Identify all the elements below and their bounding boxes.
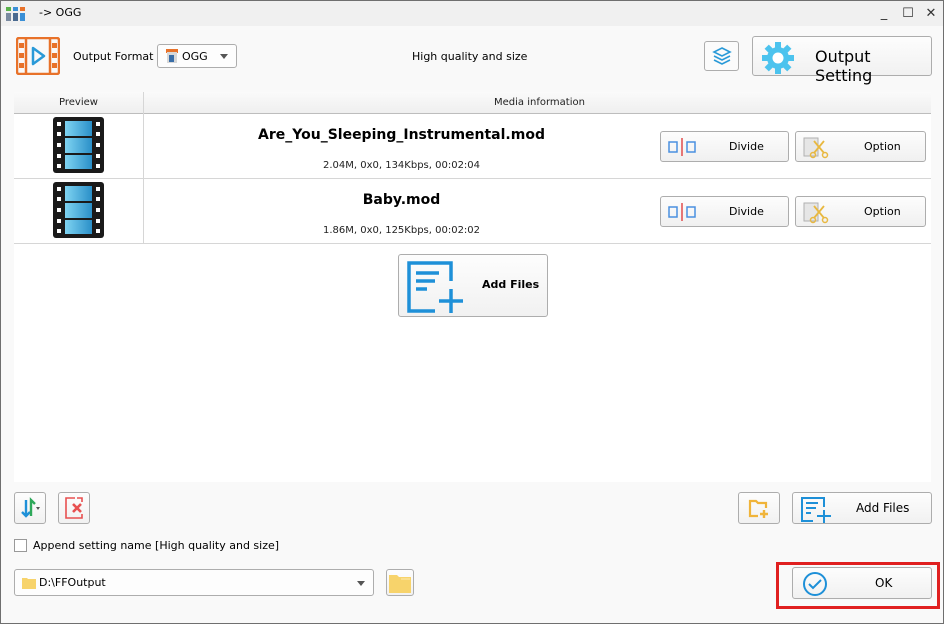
sort-button[interactable] — [14, 492, 46, 524]
remove-file-button[interactable] — [58, 492, 90, 524]
table-row[interactable]: Baby.mod 1.86M, 0x0, 125Kbps, 00:02:02 D… — [14, 179, 931, 244]
option-button[interactable]: Option — [795, 131, 926, 162]
header-media-information: Media information — [494, 97, 585, 108]
file-info: 2.04M, 0x0, 134Kbps, 00:02:04 — [322, 160, 481, 171]
add-files-button[interactable]: Add Files — [792, 492, 932, 524]
browse-folder-button[interactable] — [386, 569, 414, 596]
clip-scissors-icon — [803, 202, 829, 224]
maximize-button[interactable]: ☐ — [897, 4, 919, 22]
add-files-center-button[interactable]: Add Files — [398, 254, 548, 317]
add-files-label: Add Files — [856, 501, 910, 515]
append-setting-checkbox[interactable] — [14, 539, 27, 552]
add-files-center-label: Add Files — [482, 278, 540, 291]
layers-icon — [711, 47, 732, 65]
option-label: Option — [864, 205, 901, 218]
film-thumbnail-icon — [53, 117, 104, 173]
add-folder-button[interactable] — [738, 492, 780, 524]
file-name: Baby.mod — [362, 192, 441, 208]
folder-icon — [389, 574, 411, 593]
file-list-table: Preview Media information Are_You_Sleepi… — [14, 92, 931, 482]
ok-label: OK — [875, 576, 893, 590]
table-row[interactable]: Are_You_Sleeping_Instrumental.mod 2.04M,… — [14, 114, 931, 179]
output-path-value: D:\FFOutput — [39, 576, 106, 589]
divide-label: Divide — [729, 140, 764, 153]
file-info: 1.86M, 0x0, 125Kbps, 00:02:02 — [322, 225, 481, 236]
clip-scissors-icon — [803, 137, 829, 159]
quality-preset-text: High quality and size — [412, 50, 528, 63]
header-divider — [143, 92, 144, 114]
remove-file-icon — [65, 497, 83, 519]
output-format-value: OGG — [182, 49, 208, 63]
output-path-select[interactable]: D:\FFOutput — [14, 569, 374, 596]
chevron-down-icon — [220, 54, 228, 59]
preset-layers-button[interactable] — [704, 41, 739, 71]
divide-label: Divide — [729, 205, 764, 218]
output-format-label: Output Format — [73, 50, 154, 63]
ok-button[interactable]: OK — [792, 567, 932, 599]
table-header: Preview Media information — [14, 92, 931, 114]
video-format-icon — [16, 37, 60, 75]
add-files-icon — [801, 497, 831, 523]
chevron-down-icon — [357, 581, 365, 586]
divide-button[interactable]: Divide — [660, 131, 789, 162]
close-button[interactable]: ✕ — [920, 4, 942, 22]
app-icon — [6, 7, 25, 21]
check-circle-icon — [803, 572, 827, 596]
film-thumbnail-icon — [53, 182, 104, 238]
output-setting-label: Output Setting — [815, 47, 873, 85]
append-setting-label: Append setting name [High quality and si… — [33, 539, 280, 552]
window-title: -> OGG — [39, 6, 82, 19]
append-setting-row[interactable]: Append setting name [High quality and si… — [14, 539, 279, 552]
app-window: -> OGG _ ☐ ✕ Output Format OGG High qual… — [0, 0, 944, 624]
option-button[interactable]: Option — [795, 196, 926, 227]
output-format-select[interactable]: OGG — [157, 44, 237, 68]
sort-arrows-icon — [21, 497, 40, 518]
header-preview: Preview — [59, 97, 98, 108]
folder-icon — [22, 577, 36, 589]
divide-icon — [668, 203, 696, 221]
option-label: Option — [864, 140, 901, 153]
add-files-icon — [407, 261, 463, 313]
file-name: Are_You_Sleeping_Instrumental.mod — [258, 127, 545, 143]
divide-button[interactable]: Divide — [660, 196, 789, 227]
add-folder-icon — [748, 499, 768, 518]
output-setting-button[interactable]: Output Setting — [752, 36, 932, 85]
divide-icon — [668, 138, 696, 156]
gear-icon — [762, 42, 794, 74]
ogg-file-icon — [166, 49, 178, 63]
toolbar: Output Format OGG High quality and size — [1, 26, 943, 90]
title-bar: -> OGG _ ☐ ✕ — [1, 1, 943, 26]
minimize-button[interactable]: _ — [873, 4, 895, 22]
